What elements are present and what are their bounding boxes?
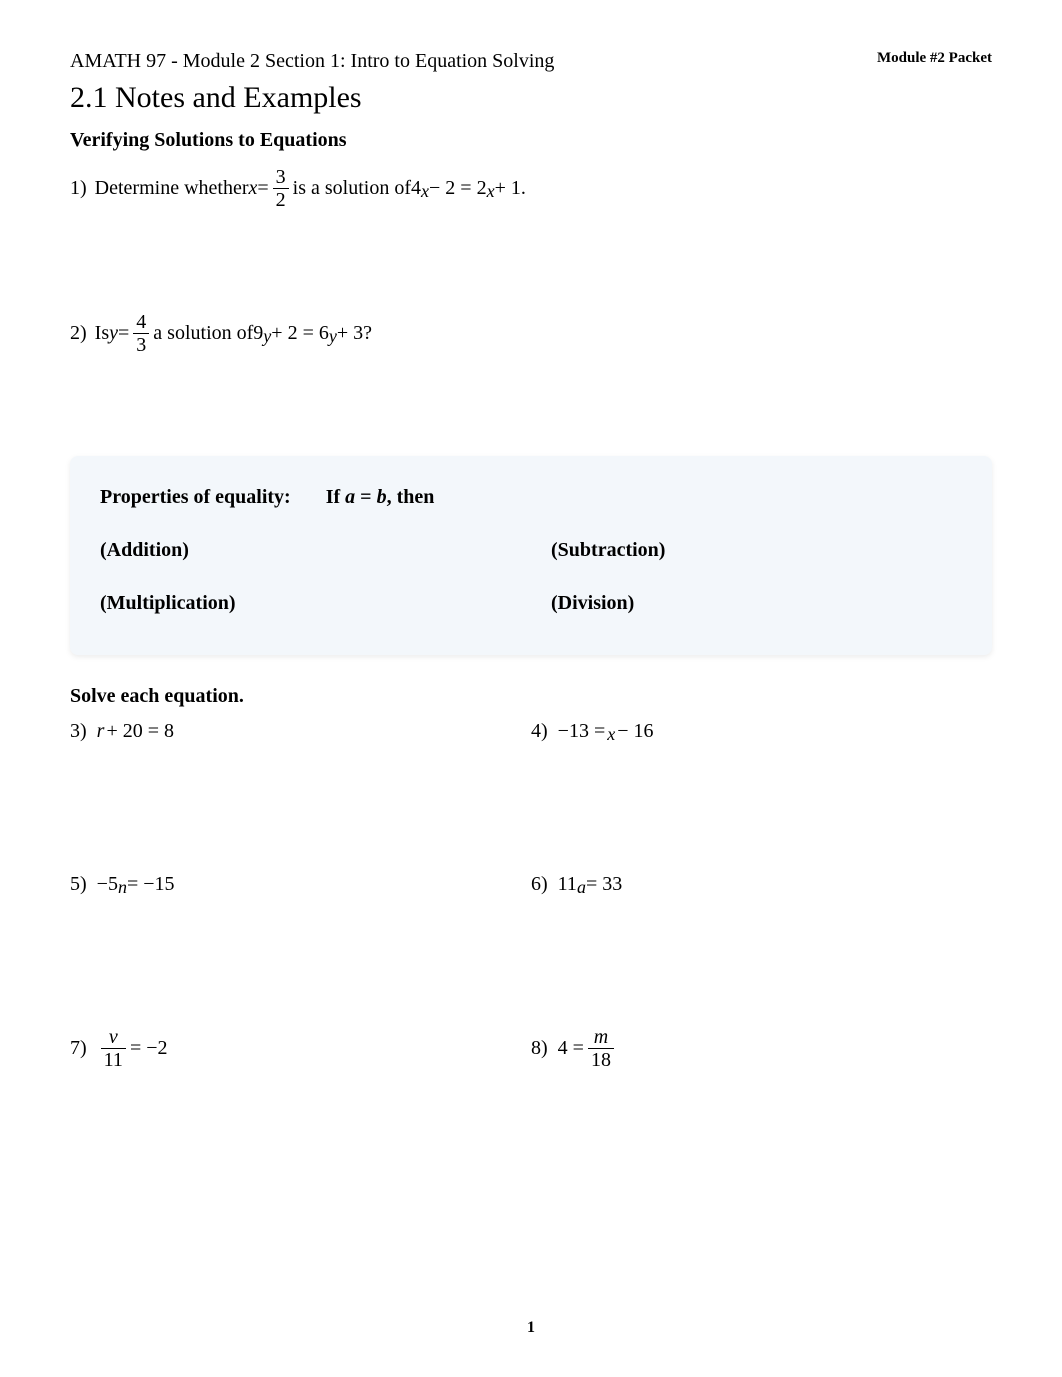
properties-box: Properties of equality: If a = b, then (… [70,456,992,655]
problem-text: a solution of [153,322,253,345]
equation-part: + 3 [337,322,363,345]
problem-number: 3) [70,720,87,743]
section-title: 2.1 Notes and Examples [70,81,992,115]
coefficient: 9 [253,322,263,345]
problem-2: 2) Is y = 4 3 a solution of 9 y + 2 = 6 … [70,311,992,356]
equation-part: − 2 = 2 [429,177,487,200]
variable-x: x [249,177,258,200]
problem-5: 5) −5 n = −15 [70,873,531,896]
problem-1: 1) Determine whether x = 3 2 is a soluti… [70,166,992,211]
fraction-numerator: v [106,1026,121,1048]
fraction-v-11: v 11 [101,1026,126,1071]
problem-number: 1) [70,177,87,200]
fraction-denominator: 11 [101,1048,126,1071]
fraction-denominator: 2 [273,188,289,211]
course-title: AMATH 97 - Module 2 Section 1: Intro to … [70,50,554,73]
equation-text: −5 [97,873,118,896]
equation-text: −13 = [558,720,606,743]
then-text: , then [387,486,435,508]
equation-text: = −2 [130,1037,168,1060]
variable-x: x [487,181,495,202]
problem-text: is a solution of [293,177,411,200]
problem-number: 4) [531,720,548,743]
page-number: 1 [527,1319,535,1337]
problem-7: 7) v 11 = −2 [70,1026,531,1071]
property-division: (Division) [531,592,962,615]
solve-each-equation-title: Solve each equation. [70,685,992,708]
equation-text: − 16 [617,720,653,743]
fraction-3-2: 3 2 [273,166,289,211]
variable-x: x [421,181,429,202]
problem-number: 5) [70,873,87,896]
problem-text: Determine whether [95,177,249,200]
fraction-numerator: 3 [273,166,289,188]
equation-text: = 33 [586,873,622,896]
fraction-denominator: 18 [588,1048,614,1071]
variable-r: r [97,720,105,743]
equation-part: + 2 = 6 [271,322,329,345]
problem-4: 4) −13 = x − 16 [531,720,992,743]
problem-6: 6) 11 a = 33 [531,873,992,896]
equals-sign: = [257,177,268,200]
equation-text: + 20 = 8 [106,720,174,743]
problem-number: 7) [70,1037,87,1060]
equation-text: = −15 [127,873,175,896]
properties-title: Properties of equality: [100,486,291,508]
variable-x: x [607,724,615,745]
properties-title-row: Properties of equality: If a = b, then [100,486,962,509]
fraction-numerator: 4 [133,311,149,333]
variable-a: a [345,486,355,508]
fraction-m-18: m 18 [588,1026,614,1071]
property-addition: (Addition) [100,539,531,562]
variable-n: n [118,877,127,898]
problem-text: Is [95,322,109,345]
equation-part: + 1 [495,177,521,200]
coefficient: 4 [411,177,421,200]
variable-y: y [329,326,337,347]
equals-sign: = [118,322,129,345]
equation-text: 4 = [558,1037,584,1060]
problem-number: 8) [531,1037,548,1060]
problem-3: 3) r + 20 = 8 [70,720,531,743]
variable-y: y [109,322,118,345]
fraction-4-3: 4 3 [133,311,149,356]
variable-a: a [577,877,586,898]
if-text: If [326,486,345,508]
equals-sign: = [355,486,376,508]
problem-number: 2) [70,322,87,345]
problem-8: 8) 4 = m 18 [531,1026,992,1071]
question-mark: ? [363,322,372,345]
fraction-denominator: 3 [133,333,149,356]
equation-text: 11 [558,873,577,896]
property-multiplication: (Multiplication) [100,592,531,615]
subsection-title: Verifying Solutions to Equations [70,129,992,152]
problem-number: 6) [531,873,548,896]
property-subtraction: (Subtraction) [531,539,962,562]
period: . [521,177,526,200]
variable-b: b [377,486,387,508]
fraction-numerator: m [591,1026,611,1048]
problems-grid: 3) r + 20 = 8 4) −13 = x − 16 5) −5 n = … [70,720,992,1071]
variable-y: y [263,326,271,347]
properties-if-clause: If a = b, then [326,486,435,508]
module-packet-label: Module #2 Packet [877,50,992,67]
